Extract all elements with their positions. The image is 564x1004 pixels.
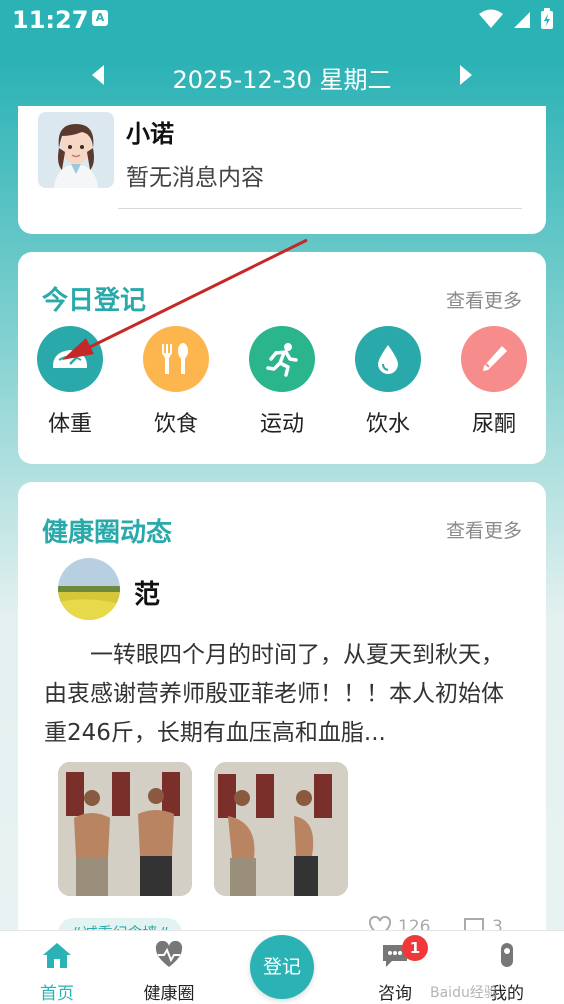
health-circle-title: 健康圈动态 <box>42 518 173 548</box>
health-circle-card: 健康圈动态 查看更多 范 一转眼四个月的时间了，从夏天到秋天，由衷感谢营养师殷亚… <box>18 482 546 952</box>
landscape-avatar-icon <box>58 558 120 620</box>
doctor-avatar-icon <box>38 112 114 188</box>
battery-icon <box>541 8 553 29</box>
before-after-photo-front <box>58 762 192 896</box>
current-date[interactable]: 2025-12-30 星期二 <box>0 60 564 95</box>
register-diet-button[interactable]: 饮食 <box>131 326 221 438</box>
assistant-avatar <box>38 112 114 188</box>
test-strip-icon <box>461 326 527 392</box>
tab-health-circle-label: 健康圈 <box>143 984 195 1004</box>
wifi-icon <box>479 9 503 28</box>
tab-consult[interactable]: 1 咨询 <box>350 935 440 1004</box>
heartbeat-icon <box>155 940 183 967</box>
register-center-button[interactable]: 登记 <box>250 935 314 999</box>
message-preview: 暂无消息内容 <box>126 165 264 191</box>
profile-icon <box>501 943 513 967</box>
tab-health-circle[interactable]: 健康圈 <box>124 940 214 1004</box>
running-icon <box>249 326 315 392</box>
consult-badge: 1 <box>402 935 428 961</box>
register-water-label: 饮水 <box>365 412 410 437</box>
next-day-button[interactable] <box>454 60 478 90</box>
post-text[interactable]: 一转眼四个月的时间了，从夏天到秋天，由衷感谢营养师殷亚菲老师！！！本人初始体重2… <box>44 636 526 753</box>
tab-consult-label: 咨询 <box>378 984 412 1004</box>
home-icon <box>43 943 71 968</box>
before-after-photo-side <box>214 762 348 896</box>
watermark: Baidu经验 <box>430 985 498 1001</box>
status-bar: 11:27 A <box>0 0 564 40</box>
water-drop-icon <box>355 326 421 392</box>
signal-icon <box>514 12 530 28</box>
assistant-name: 小诺 <box>126 120 174 148</box>
scale-icon <box>37 326 103 392</box>
register-exercise-label: 运动 <box>259 412 304 437</box>
fork-spoon-icon <box>143 326 209 392</box>
triangle-right-icon <box>460 65 472 85</box>
status-icons <box>478 8 554 30</box>
divider <box>118 208 522 209</box>
today-register-card: 今日登记 查看更多 体重 饮食 运动 饮水 尿酮 <box>18 252 546 464</box>
register-diet-label: 饮食 <box>153 412 198 437</box>
register-weight-button[interactable]: 体重 <box>25 326 115 438</box>
post-photo[interactable] <box>214 762 348 896</box>
health-circle-more-link[interactable]: 查看更多 <box>446 516 522 543</box>
tab-home-label: 首页 <box>40 984 74 1004</box>
register-exercise-button[interactable]: 运动 <box>237 326 327 438</box>
today-register-more-link[interactable]: 查看更多 <box>446 286 522 313</box>
notification-icon: A <box>92 10 108 26</box>
message-card[interactable]: 小诺 暂无消息内容 <box>18 106 546 234</box>
register-water-button[interactable]: 饮水 <box>343 326 433 438</box>
today-register-title: 今日登记 <box>42 286 147 316</box>
tab-home[interactable]: 首页 <box>12 941 102 1004</box>
post-author-name[interactable]: 范 <box>134 574 160 611</box>
status-time: 11:27 <box>12 6 89 34</box>
register-ketone-label: 尿酮 <box>471 412 516 437</box>
register-weight-label: 体重 <box>47 412 92 437</box>
register-ketone-button[interactable]: 尿酮 <box>449 326 539 438</box>
post-photo[interactable] <box>58 762 192 896</box>
date-navigation: 2025-12-30 星期二 <box>0 52 564 98</box>
post-author-avatar[interactable] <box>58 558 120 620</box>
